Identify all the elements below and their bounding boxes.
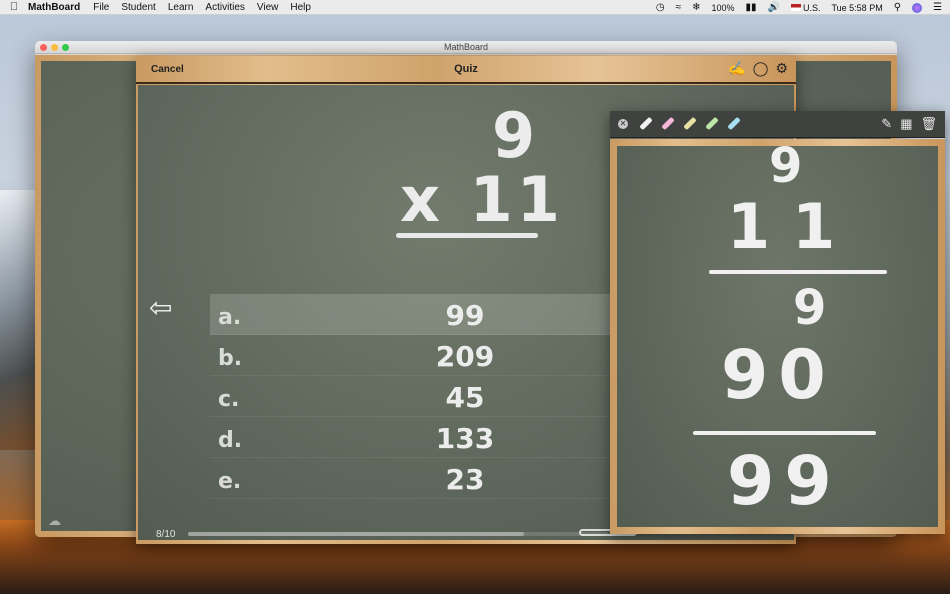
apple-icon[interactable]: : [0, 1, 28, 13]
input-source[interactable]: U.S.: [790, 2, 821, 13]
quiz-progress-fill: [188, 532, 524, 536]
close-icon[interactable]: ✕: [618, 119, 628, 129]
answer-value: 45: [445, 381, 485, 414]
menu-file[interactable]: File: [93, 2, 109, 13]
problem-top-operand: 9: [492, 99, 536, 172]
scratch-pad-slate[interactable]: 9 11 9 90 99: [617, 138, 938, 527]
handwriting-line5: 99: [727, 442, 842, 521]
window-controls: [40, 44, 69, 51]
trash-icon[interactable]: 🗑: [920, 116, 937, 132]
window-title: MathBoard: [443, 42, 489, 52]
menu-learn[interactable]: Learn: [168, 2, 194, 13]
answer-value: 133: [435, 422, 495, 455]
chalk-blue-button[interactable]: [724, 116, 741, 132]
quiz-title: Quiz: [454, 63, 478, 75]
menu-activities[interactable]: Activities: [205, 2, 244, 13]
signature-icon[interactable]: ✍: [728, 60, 745, 77]
spotlight-search-icon[interactable]: ⚲: [894, 2, 901, 13]
quiz-progress-bar: [188, 532, 608, 536]
problem-operator-line: x 11: [400, 163, 564, 236]
handwriting-line1: 9: [769, 138, 803, 194]
chalk-icon: [639, 116, 653, 131]
minimize-window-button[interactable]: [51, 44, 58, 51]
chalk-palette: [636, 116, 741, 132]
lightbulb-icon[interactable]: ◯: [753, 60, 769, 77]
window-titlebar: MathBoard: [35, 41, 897, 54]
quiz-progress-label: 8/10: [156, 529, 176, 540]
problem-underline: [396, 233, 538, 238]
menu-view[interactable]: View: [257, 2, 279, 13]
volume-icon[interactable]: 🔊: [768, 2, 780, 13]
scratch-pad-frame: 9 11 9 90 99: [610, 138, 945, 534]
scratch-pad: ✕ ✎ ▦ 🗑 9 11 9 90 99: [610, 111, 945, 534]
chalk-green-button[interactable]: [702, 116, 719, 132]
scratch-pad-toolbar: ✕ ✎ ▦ 🗑: [610, 111, 945, 138]
handwriting-rule2: [693, 431, 876, 435]
wifi-icon[interactable]: ≈: [676, 2, 682, 13]
chalk-icon: [661, 116, 675, 131]
answer-letter: c.: [218, 387, 240, 412]
chalk-icon: [727, 116, 741, 131]
handwriting-line4: 90: [721, 336, 836, 415]
cloud-icon[interactable]: ☁: [48, 513, 61, 529]
handwriting-line3: 9: [793, 280, 827, 336]
answer-letter: a.: [218, 305, 242, 330]
eraser-icon[interactable]: ✎: [881, 116, 892, 132]
quiz-toolbar: Cancel Quiz ✍ ◯ ⚙: [136, 56, 796, 84]
zoom-window-button[interactable]: [62, 44, 69, 51]
menubar-clock[interactable]: Tue 5:58 PM: [832, 3, 883, 13]
menu-bar:  MathBoard File Student Learn Activitie…: [0, 0, 950, 15]
input-source-label: U.S.: [802, 2, 821, 13]
answer-letter: e.: [218, 469, 242, 494]
time-machine-icon[interactable]: ◷: [656, 2, 665, 13]
desktop-mountain: [0, 190, 40, 450]
chalk-icon: [683, 116, 697, 131]
battery-percent[interactable]: 100%: [711, 3, 734, 13]
menu-app-name[interactable]: MathBoard: [28, 2, 80, 13]
answer-letter: b.: [218, 346, 243, 371]
back-arrow-icon[interactable]: ⇦: [149, 291, 172, 324]
close-window-button[interactable]: [40, 44, 47, 51]
answer-value: 99: [445, 299, 485, 332]
status-area: ◷ ≈ ❄ 100% ▮▮ 🔊 U.S. Tue 5:58 PM ⚲ ☰: [656, 0, 942, 15]
grid-icon[interactable]: ▦: [900, 116, 912, 132]
gear-icon[interactable]: ⚙: [775, 60, 788, 77]
menu-student[interactable]: Student: [121, 2, 155, 13]
battery-icon[interactable]: ▮▮: [746, 2, 757, 13]
bluetooth-icon[interactable]: ❄: [692, 2, 700, 13]
menu-help[interactable]: Help: [290, 2, 311, 13]
chalk-pink-button[interactable]: [658, 116, 675, 132]
chalk-yellow-button[interactable]: [680, 116, 697, 132]
answer-value: 209: [435, 340, 495, 373]
flag-icon: [790, 3, 801, 11]
quiz-toolbar-icons: ✍ ◯ ⚙: [728, 60, 788, 77]
chalk-white-button[interactable]: [636, 116, 653, 132]
handwriting-rule1: [709, 270, 887, 274]
answer-letter: d.: [218, 428, 243, 453]
chalk-icon: [705, 116, 719, 131]
handwriting-line2: 11: [727, 190, 858, 263]
notification-center-icon[interactable]: ☰: [933, 2, 942, 13]
answer-value: 23: [445, 463, 485, 496]
siri-icon[interactable]: [912, 2, 923, 13]
scratch-pad-tools: ✎ ▦ 🗑: [881, 116, 937, 132]
